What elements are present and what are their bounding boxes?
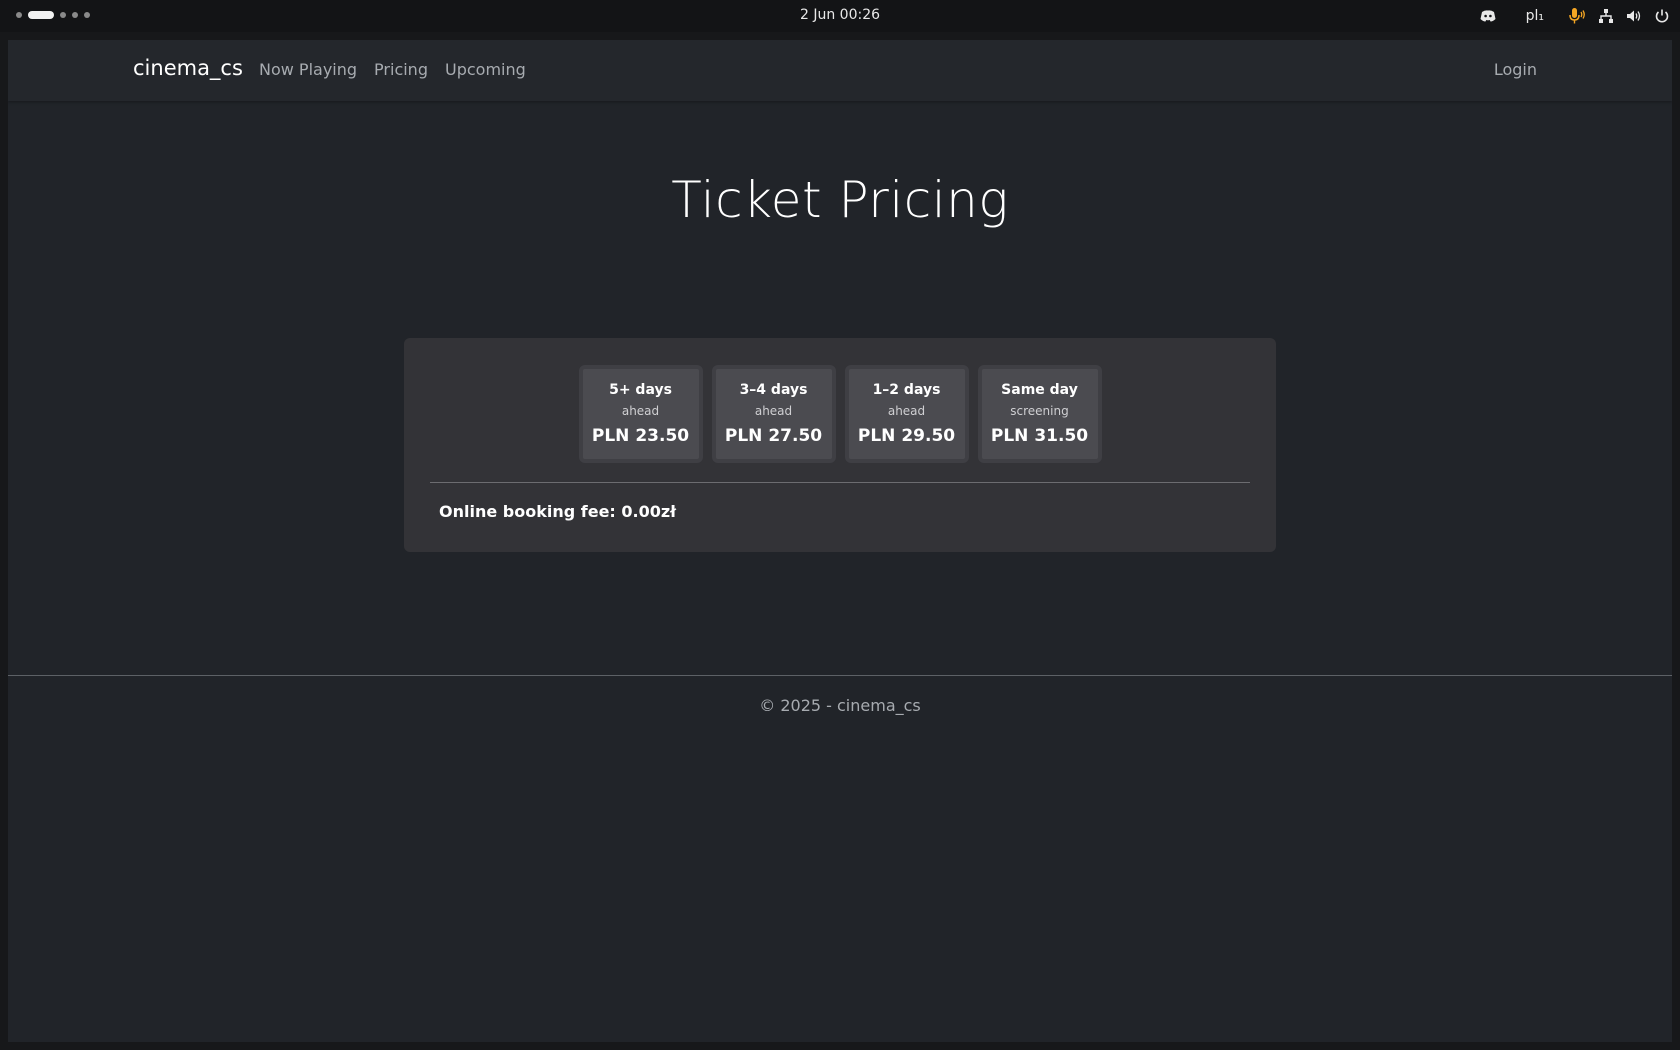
nav-links: Now Playing Pricing Upcoming [259, 60, 526, 79]
tier-title: 3–4 days [739, 382, 808, 398]
footer-divider [8, 675, 1672, 676]
system-top-bar: 2 Jun 00:26 pl₁ [0, 0, 1680, 32]
browser-viewport: cinema_cs Now Playing Pricing Upcoming L… [8, 40, 1672, 1042]
system-tray: pl₁ [1480, 6, 1670, 26]
pricing-tier: Same day screening PLN 31.50 [977, 365, 1102, 463]
tier-price: PLN 31.50 [990, 426, 1089, 446]
tier-title: Same day [1001, 382, 1078, 398]
power-icon[interactable] [1654, 8, 1670, 24]
pricing-tier: 1–2 days ahead PLN 29.50 [844, 365, 969, 463]
card-divider [430, 482, 1250, 483]
booking-fee-text: Online booking fee: 0.00zł [439, 502, 677, 521]
pricing-card: 5+ days ahead PLN 23.50 3–4 days ahead P… [404, 338, 1276, 552]
nav-link-now-playing[interactable]: Now Playing [259, 60, 357, 79]
tier-subtitle: ahead [621, 404, 660, 418]
microphone-icon[interactable] [1568, 7, 1586, 25]
pricing-tier: 5+ days ahead PLN 23.50 [578, 365, 703, 463]
discord-icon[interactable] [1480, 9, 1496, 23]
login-link[interactable]: Login [1494, 60, 1537, 79]
pricing-tier: 3–4 days ahead PLN 27.50 [711, 365, 836, 463]
site-navbar: cinema_cs Now Playing Pricing Upcoming L… [8, 40, 1672, 101]
nav-link-upcoming[interactable]: Upcoming [445, 60, 526, 79]
site-brand-link[interactable]: cinema_cs [133, 56, 243, 80]
volume-icon[interactable] [1626, 8, 1642, 24]
footer-copyright: © 2025 - cinema_cs [759, 696, 921, 715]
page-title: Ticket Pricing [671, 171, 1009, 229]
tier-subtitle: ahead [754, 404, 793, 418]
tier-price: PLN 27.50 [724, 426, 823, 446]
tier-subtitle: screening [1010, 404, 1069, 418]
tier-title: 5+ days [609, 382, 672, 398]
nav-link-pricing[interactable]: Pricing [374, 60, 428, 79]
tier-price: PLN 23.50 [591, 426, 690, 446]
keyboard-layout-indicator[interactable]: pl₁ [1526, 8, 1544, 24]
system-clock[interactable]: 2 Jun 00:26 [0, 7, 1680, 23]
tier-subtitle: ahead [887, 404, 926, 418]
tier-price: PLN 29.50 [857, 426, 956, 446]
pricing-tiers: 5+ days ahead PLN 23.50 3–4 days ahead P… [404, 365, 1276, 463]
tier-title: 1–2 days [872, 382, 941, 398]
network-icon[interactable] [1598, 8, 1614, 24]
